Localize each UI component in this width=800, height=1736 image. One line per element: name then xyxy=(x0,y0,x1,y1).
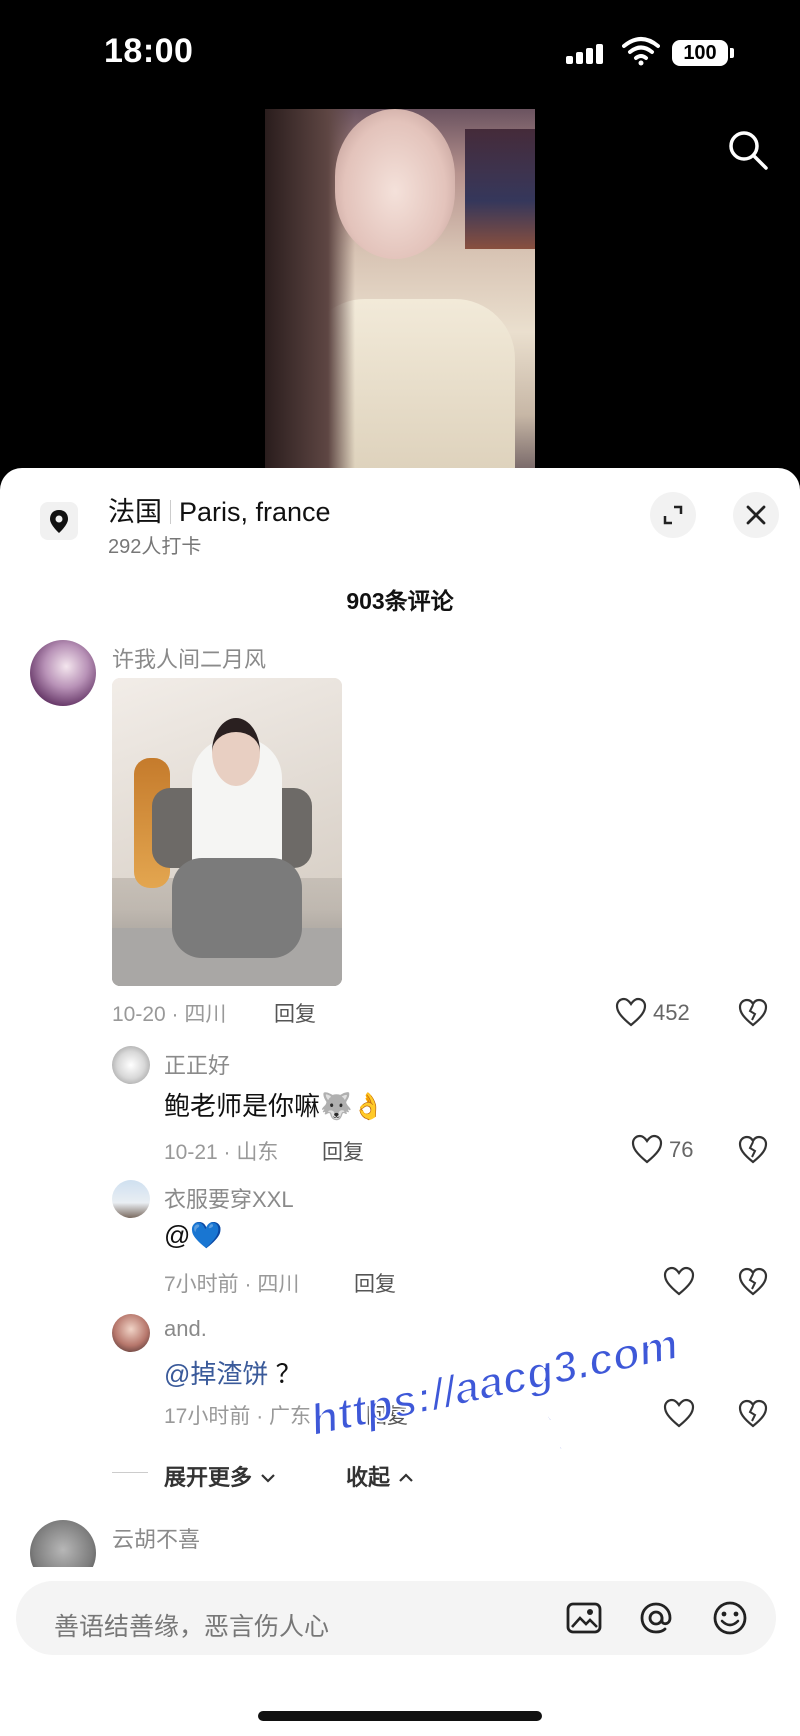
like-count: 452 xyxy=(653,1000,690,1025)
comment-username[interactable]: 许我人间二月风 xyxy=(112,642,266,674)
comment-image[interactable] xyxy=(112,678,342,986)
reply-button[interactable]: 回复 xyxy=(274,998,316,1028)
comment-username[interactable]: and. xyxy=(164,1316,207,1342)
comment-text-tail: ？ xyxy=(268,1359,302,1389)
avatar[interactable] xyxy=(112,1046,150,1084)
dislike-icon[interactable] xyxy=(737,996,769,1028)
input-placeholder: 善语结善缘，恶言伤人心 xyxy=(54,1613,330,1641)
comment-count: 903条评论 xyxy=(346,588,454,614)
image-icon[interactable] xyxy=(564,1598,604,1638)
comment-text: @💙 xyxy=(164,1220,223,1250)
comment-meta: 7小时前 · 四川 xyxy=(164,1273,300,1296)
comment-username[interactable]: 正正好 xyxy=(164,1048,230,1080)
comment-input[interactable]: 善语结善缘，恶言伤人心 xyxy=(16,1581,776,1655)
chevron-down-icon xyxy=(261,1474,275,1483)
comment-meta: 10-21 · 山东 xyxy=(164,1141,279,1164)
expand-more-label: 展开更多 xyxy=(164,1465,253,1490)
comment-meta: 10-20 · 四川 xyxy=(112,1003,227,1026)
cellular-signal-icon xyxy=(566,42,610,64)
mention-icon[interactable] xyxy=(636,1598,676,1638)
reply-button[interactable]: 回复 xyxy=(322,1136,364,1166)
expand-icon xyxy=(663,505,683,525)
emoji-icon[interactable] xyxy=(710,1598,750,1638)
location-pin-icon xyxy=(40,502,78,540)
watermark: https://aacg3.com 看完整版 xyxy=(300,1264,800,1505)
video-preview[interactable] xyxy=(265,109,535,469)
title-separator xyxy=(170,500,171,524)
mention-link[interactable]: @掉渣饼 xyxy=(164,1359,268,1389)
status-bar: 18:00 100 xyxy=(0,0,800,105)
comments-sheet: 法国 Paris, france 292人打卡 903条评论 许我人间二月风 10… xyxy=(0,468,800,1736)
battery-icon: 100 xyxy=(672,40,734,66)
expand-button[interactable] xyxy=(650,492,696,538)
avatar[interactable] xyxy=(112,1180,150,1218)
checkin-count: 292人打卡 xyxy=(108,536,202,558)
comment-text: @掉渣饼 ？ xyxy=(164,1354,302,1391)
wifi-icon xyxy=(622,37,660,66)
avatar[interactable] xyxy=(30,640,96,706)
comment-username[interactable]: 云胡不喜 xyxy=(112,1522,200,1554)
close-button[interactable] xyxy=(733,492,779,538)
comment-username[interactable]: 衣服要穿XXL xyxy=(164,1182,294,1214)
home-indicator xyxy=(258,1711,542,1721)
dislike-icon[interactable] xyxy=(737,1133,769,1165)
like-icon[interactable] xyxy=(630,1133,664,1165)
comment-meta: 17小时前 · 广东 xyxy=(164,1405,312,1428)
expand-more-button[interactable]: 展开更多 xyxy=(164,1460,278,1492)
like-icon[interactable] xyxy=(614,996,648,1028)
comment-input-bar: 善语结善缘，恶言伤人心 xyxy=(0,1567,800,1736)
like-count: 76 xyxy=(669,1137,694,1162)
status-time: 18:00 xyxy=(104,32,194,70)
location-name-cn: 法国 xyxy=(108,497,162,527)
location-name-en: Paris, france xyxy=(179,497,331,527)
comment-text: 鲍老师是你嘛🐺👌 xyxy=(164,1091,385,1121)
close-icon xyxy=(746,505,766,525)
reply-button[interactable]: 回复 xyxy=(354,1268,396,1298)
search-icon[interactable] xyxy=(726,128,770,172)
location-title[interactable]: 法国 Paris, france xyxy=(108,490,331,529)
thread-divider xyxy=(112,1472,148,1473)
avatar[interactable] xyxy=(112,1314,150,1352)
